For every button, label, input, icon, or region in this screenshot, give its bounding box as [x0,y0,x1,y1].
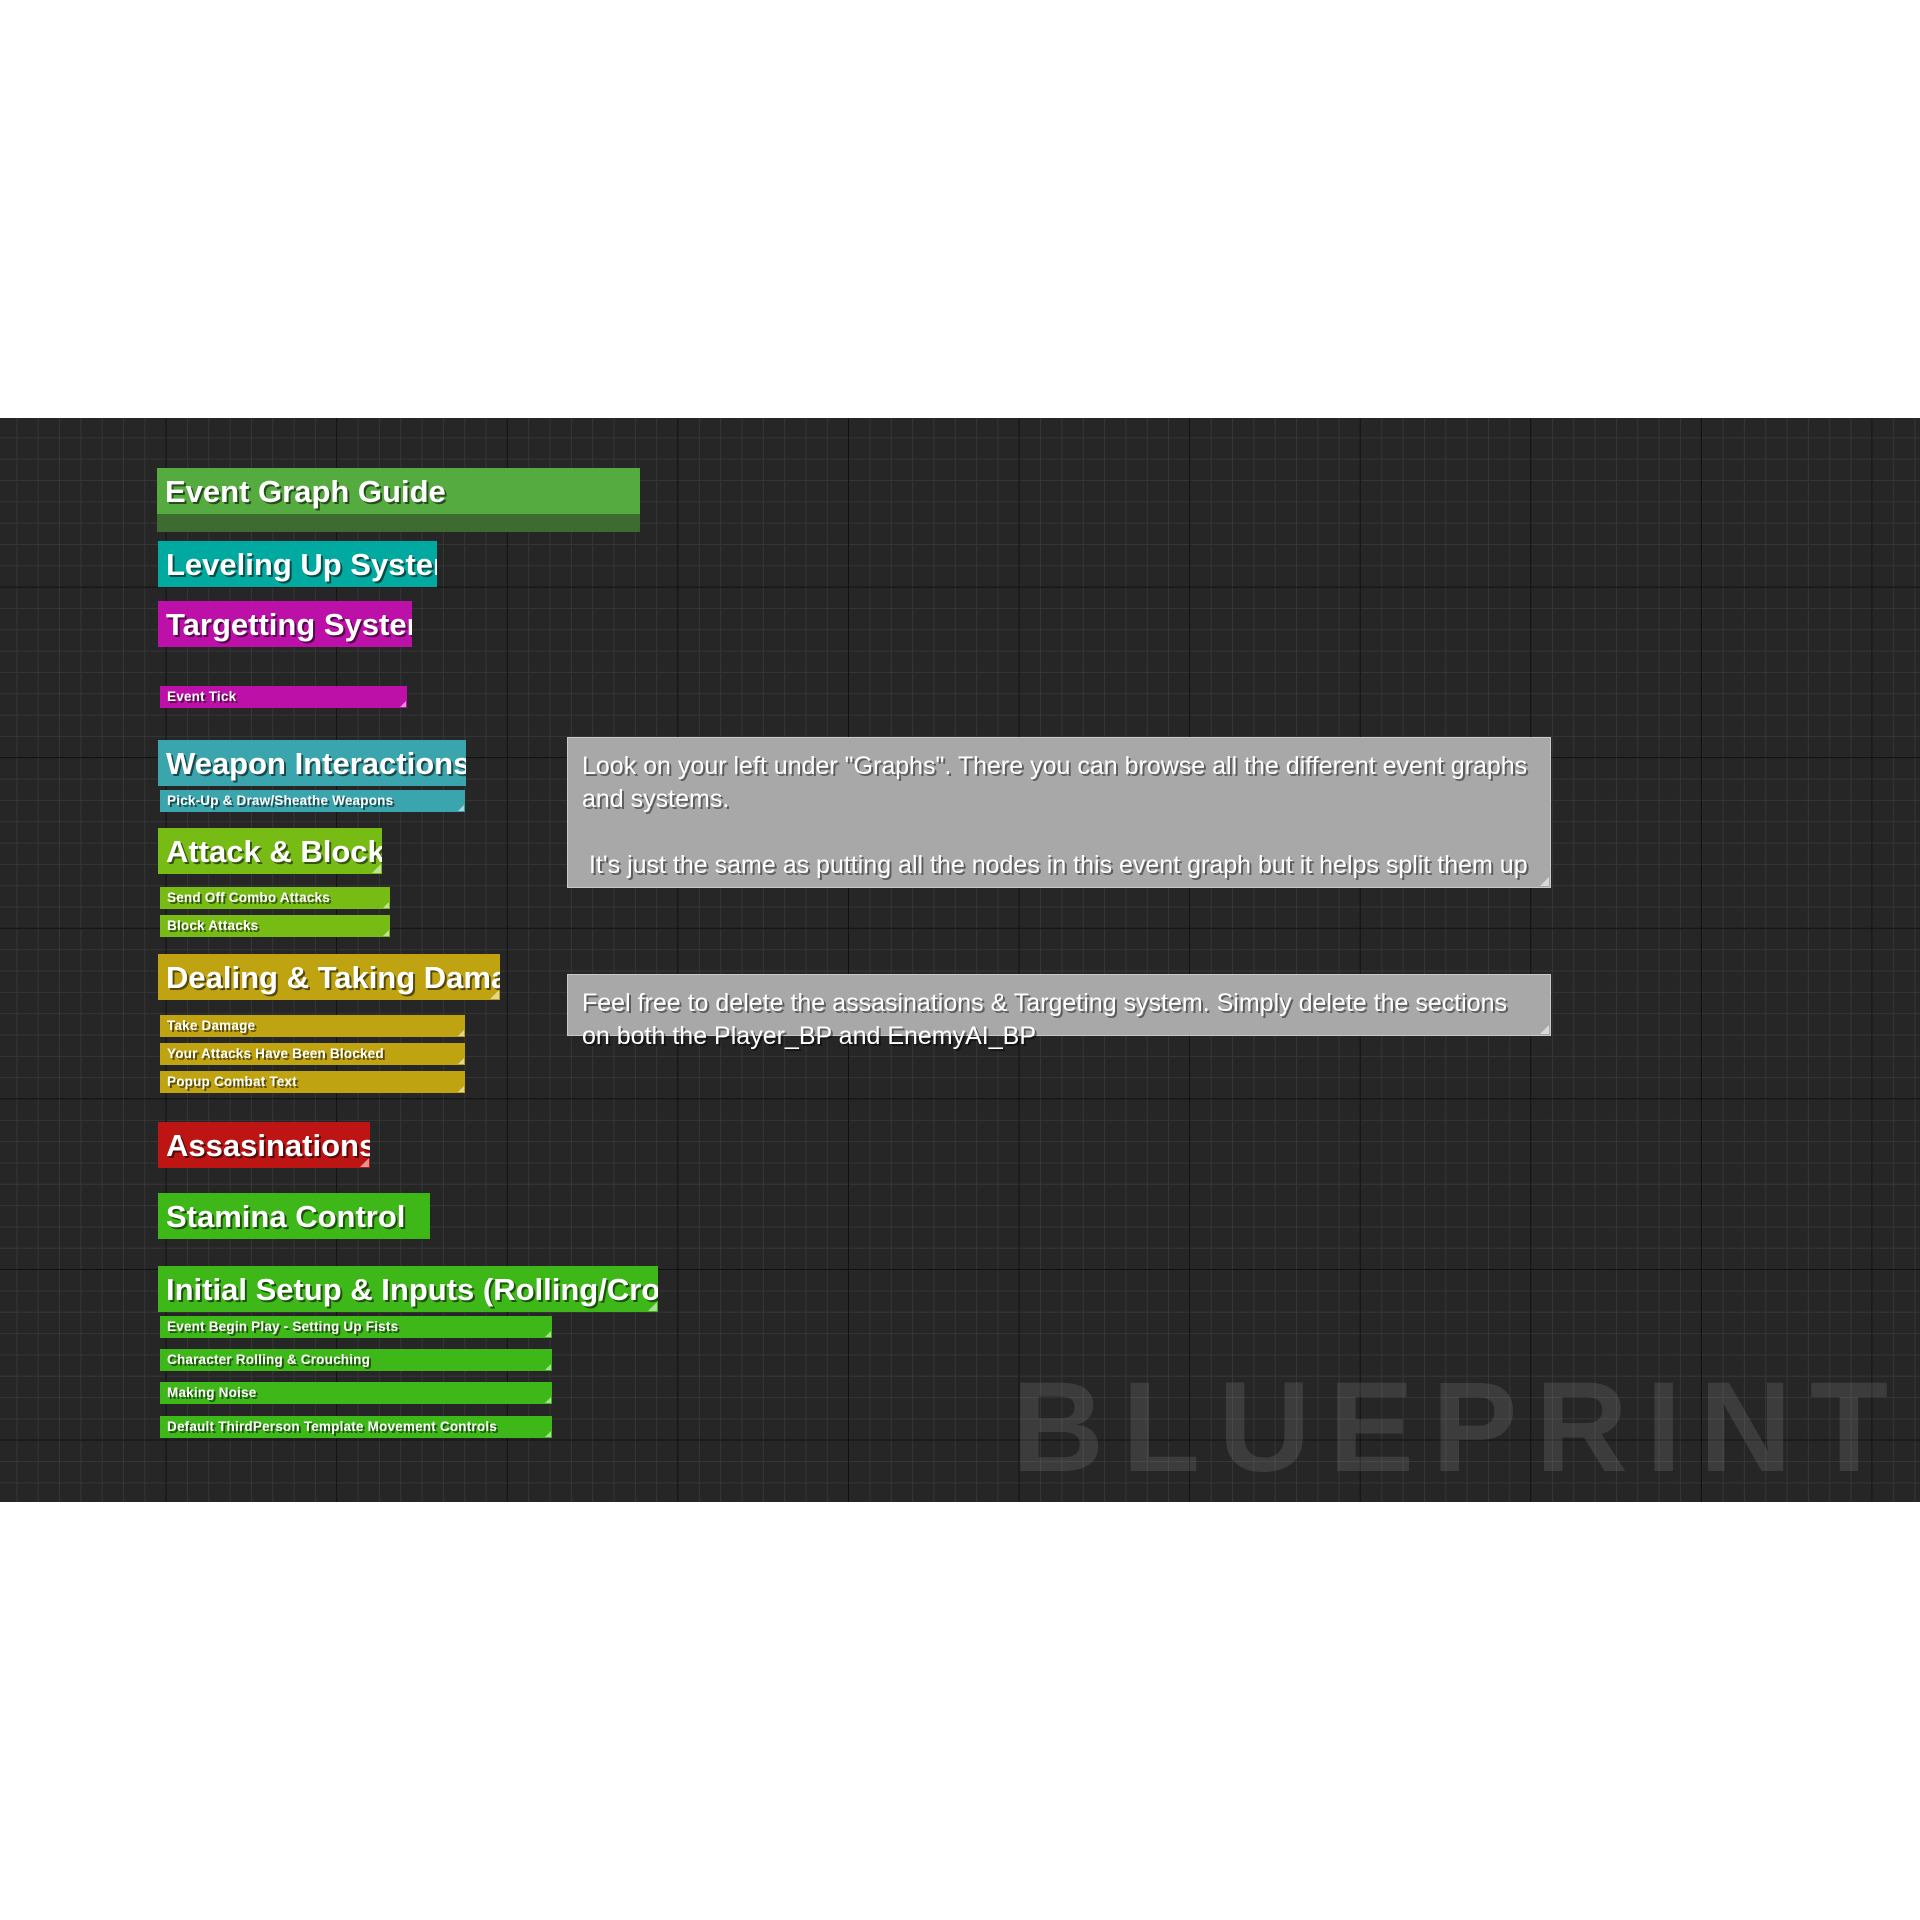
comment-node-title: Block Attacks [160,915,390,937]
resize-handle-icon[interactable] [1540,1025,1549,1034]
comment-node-popup-combat-text[interactable]: Popup Combat Text [160,1071,465,1093]
comment-node-leveling-up-system[interactable]: Leveling Up System [158,541,437,587]
comment-node-character-rolling-and-crouching[interactable]: Character Rolling & Crouching [160,1349,552,1371]
resize-handle-icon[interactable] [458,1058,464,1064]
comment-node-title: Stamina Control [158,1193,430,1239]
resize-handle-icon[interactable] [490,990,499,999]
resize-handle-icon[interactable] [372,864,381,873]
comment-node-title: Take Damage [160,1015,465,1037]
comment-node-title: Your Attacks Have Been Blocked [160,1043,465,1065]
note-graphs-panel[interactable]: Look on your left under "Graphs". There … [567,737,1551,888]
comment-node-weapon-interactions[interactable]: Weapon Interactions [158,740,466,786]
comment-node-title: Leveling Up System [158,541,437,587]
resize-handle-icon[interactable] [545,1364,551,1370]
comment-node-dealing-and-taking-damage[interactable]: Dealing & Taking Damage [158,954,500,1000]
resize-handle-icon[interactable] [545,1431,551,1437]
comment-node-title: Character Rolling & Crouching [160,1349,552,1371]
comment-node-title: Initial Setup & Inputs (Rolling/Crouch) [158,1266,658,1312]
comment-node-event-begin-play-setting-up-fists[interactable]: Event Begin Play - Setting Up Fists [160,1316,552,1338]
resize-handle-icon[interactable] [545,1331,551,1337]
comment-node-title: Event Graph Guide [157,468,640,514]
comment-node-title: Popup Combat Text [160,1071,465,1093]
resize-handle-icon[interactable] [458,1086,464,1092]
comment-node-title: Assasinations [158,1122,370,1168]
comment-node-title: Pick-Up & Draw/Sheathe Weapons [160,790,465,812]
comment-node-title: Weapon Interactions [158,740,466,786]
comment-node-title: Event Begin Play - Setting Up Fists [160,1316,552,1338]
comment-node-assasinations[interactable]: Assasinations [158,1122,370,1168]
comment-node-stamina-control[interactable]: Stamina Control [158,1193,430,1239]
comment-node-default-thirdperson-template-movement-controls[interactable]: Default ThirdPerson Template Movement Co… [160,1416,552,1438]
comment-node-your-attacks-have-been-blocked[interactable]: Your Attacks Have Been Blocked [160,1043,465,1065]
comment-node-pick-up-draw-sheathe-weapons[interactable]: Pick-Up & Draw/Sheathe Weapons [160,790,465,812]
comment-node-title: Making Noise [160,1382,552,1404]
comment-node-send-off-combo-attacks[interactable]: Send Off Combo Attacks [160,887,390,909]
comment-node-body[interactable] [157,514,640,532]
note-text: Feel free to delete the assasinations & … [582,989,1514,1050]
note-text: Look on your left under "Graphs". There … [582,752,1528,879]
comment-node-event-graph-guide[interactable]: Event Graph Guide [157,468,640,532]
resize-handle-icon[interactable] [458,1030,464,1036]
comment-node-title: Send Off Combo Attacks [160,887,390,909]
blueprint-watermark: BLUEPRINT [1011,1356,1906,1499]
comment-node-take-damage[interactable]: Take Damage [160,1015,465,1037]
comment-node-targetting-system[interactable]: Targetting System [158,601,412,647]
comment-node-making-noise[interactable]: Making Noise [160,1382,552,1404]
comment-node-event-tick[interactable]: Event Tick [160,686,407,708]
resize-handle-icon[interactable] [1540,877,1549,886]
comment-node-title: Targetting System [158,601,412,647]
resize-handle-icon[interactable] [360,1158,369,1167]
resize-handle-icon[interactable] [383,930,389,936]
resize-handle-icon[interactable] [545,1397,551,1403]
comment-node-title: Event Tick [160,686,407,708]
comment-node-title: Attack & Block [158,828,382,874]
comment-node-initial-setup-and-inputs[interactable]: Initial Setup & Inputs (Rolling/Crouch) [158,1266,658,1312]
note-delete-systems[interactable]: Feel free to delete the assasinations & … [567,974,1551,1050]
blueprint-event-graph-canvas[interactable]: Event Graph Guide Leveling Up System Targe… [0,418,1920,1502]
resize-handle-icon[interactable] [458,805,464,811]
comment-node-attack-and-block[interactable]: Attack & Block [158,828,382,874]
resize-handle-icon[interactable] [400,701,406,707]
resize-handle-icon[interactable] [648,1302,657,1311]
resize-handle-icon[interactable] [383,902,389,908]
comment-node-title: Default ThirdPerson Template Movement Co… [160,1416,552,1438]
comment-node-block-attacks[interactable]: Block Attacks [160,915,390,937]
comment-node-title: Dealing & Taking Damage [158,954,500,1000]
